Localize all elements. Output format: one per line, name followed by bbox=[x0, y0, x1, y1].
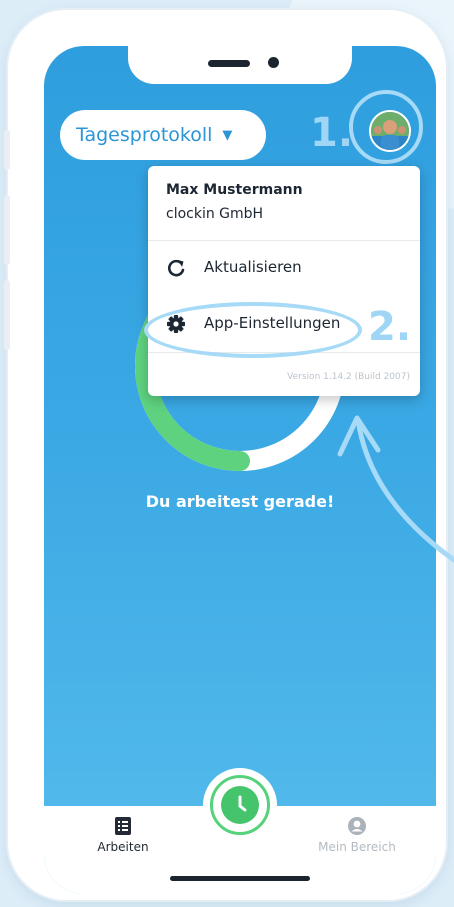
settings-highlight-oval bbox=[144, 302, 362, 358]
app-screen: Tagesprotokoll ▼ 1. Du arbeitest gerade!… bbox=[44, 46, 436, 894]
mute-switch bbox=[4, 130, 10, 170]
tab-arbeiten[interactable]: Arbeiten bbox=[68, 816, 178, 854]
speaker bbox=[208, 60, 250, 67]
front-camera bbox=[268, 57, 279, 68]
volume-down-button bbox=[4, 280, 10, 350]
menu-company-name: clockin GmbH bbox=[166, 206, 264, 222]
view-selector-label: Tagesprotokoll bbox=[76, 124, 213, 146]
menu-item-refresh[interactable]: Aktualisieren bbox=[148, 246, 420, 290]
step-2-label: 2. bbox=[368, 304, 412, 350]
clock-fab-button[interactable] bbox=[203, 768, 277, 842]
menu-divider bbox=[148, 240, 420, 241]
fab-ring bbox=[210, 775, 270, 835]
user-icon bbox=[348, 817, 366, 835]
avatar[interactable] bbox=[369, 110, 411, 152]
tab-mein-bereich-label: Mein Bereich bbox=[318, 840, 396, 854]
menu-item-refresh-label: Aktualisieren bbox=[204, 258, 302, 276]
app-version-text: Version 1.14.2 (Build 2007) bbox=[287, 372, 410, 382]
notch bbox=[128, 46, 352, 84]
working-status-text: Du arbeitest gerade! bbox=[145, 492, 335, 511]
tab-mein-bereich[interactable]: Mein Bereich bbox=[302, 816, 412, 854]
tab-arbeiten-label: Arbeiten bbox=[97, 840, 149, 854]
phone-frame: Tagesprotokoll ▼ 1. Du arbeitest gerade!… bbox=[4, 10, 446, 900]
menu-user-name: Max Mustermann bbox=[166, 182, 303, 198]
view-selector-dropdown[interactable]: Tagesprotokoll ▼ bbox=[60, 110, 266, 160]
fab-core bbox=[221, 786, 259, 824]
refresh-icon bbox=[167, 259, 185, 277]
list-icon bbox=[115, 817, 131, 835]
volume-up-button bbox=[4, 195, 10, 265]
avatar-image bbox=[371, 112, 409, 150]
caret-down-icon: ▼ bbox=[222, 127, 233, 143]
account-menu: Max Mustermann clockin GmbH Aktualisiere… bbox=[148, 166, 420, 396]
step-1-label: 1. bbox=[310, 110, 354, 156]
home-indicator bbox=[170, 876, 310, 881]
clock-icon bbox=[238, 795, 247, 812]
